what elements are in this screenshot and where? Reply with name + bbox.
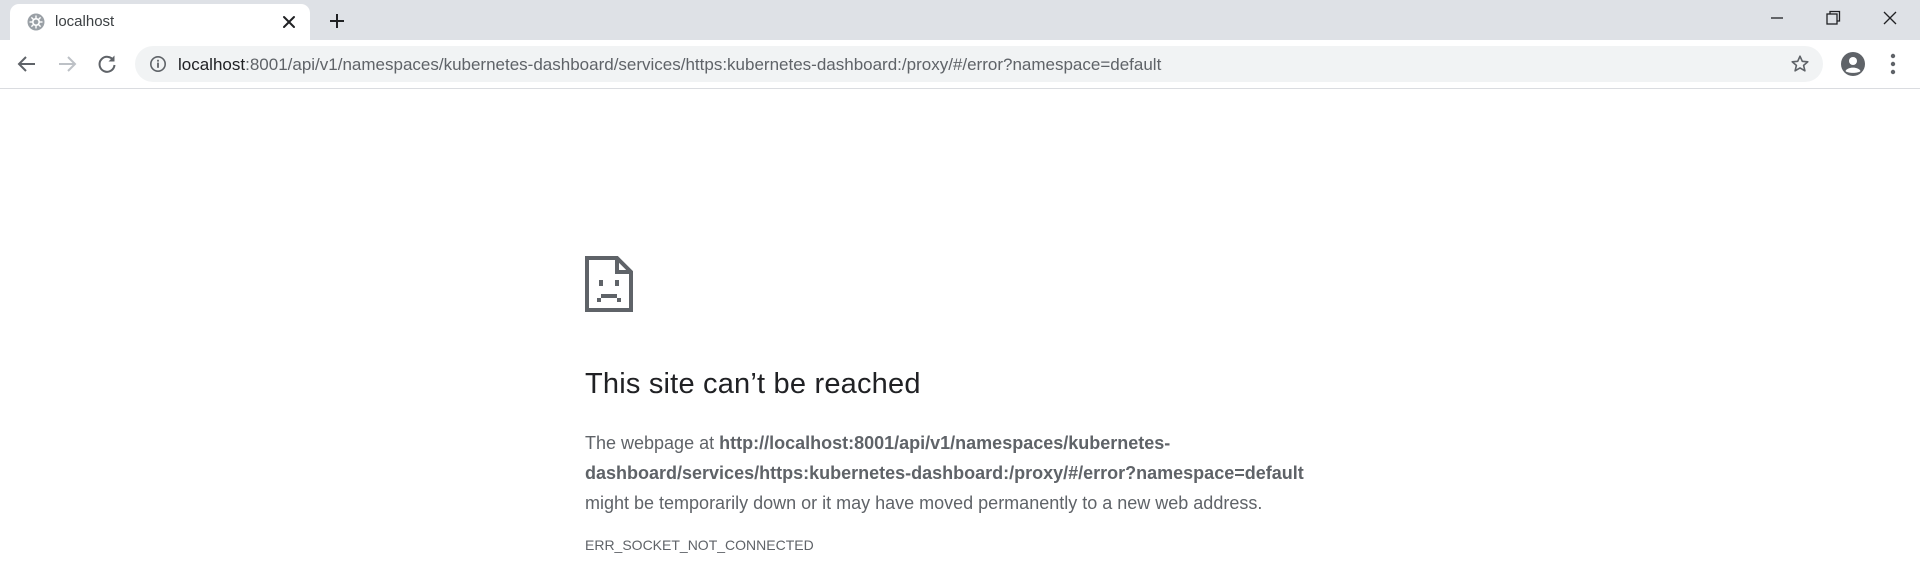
reload-icon[interactable]: [95, 52, 119, 76]
info-icon[interactable]: [149, 55, 167, 73]
new-tab-icon[interactable]: [327, 11, 347, 31]
bookmark-star-icon[interactable]: [1790, 54, 1810, 74]
window-close-icon[interactable]: [1878, 6, 1902, 30]
sad-page-icon: [585, 256, 633, 312]
tab-strip: localhost: [0, 0, 1920, 40]
error-desc-prefix: The webpage at: [585, 433, 720, 453]
error-code: ERR_SOCKET_NOT_CONNECTED: [585, 537, 814, 553]
address-bar[interactable]: localhost:8001/api/v1/namespaces/kuberne…: [135, 46, 1823, 82]
close-icon[interactable]: [280, 13, 298, 31]
browser-tab[interactable]: localhost: [10, 4, 310, 40]
address-bar-url[interactable]: localhost:8001/api/v1/namespaces/kuberne…: [178, 55, 1161, 75]
minimize-icon[interactable]: [1765, 6, 1789, 30]
error-url-line1: http://localhost:8001/api/v1/namespaces/…: [719, 433, 1171, 453]
error-description: The webpage at http://localhost:8001/api…: [585, 428, 1345, 518]
restore-icon[interactable]: [1821, 6, 1845, 30]
more-menu-icon[interactable]: [1886, 51, 1900, 77]
kubernetes-helm-icon: [27, 13, 45, 31]
url-host: localhost: [178, 55, 246, 74]
error-title: This site can’t be reached: [585, 368, 921, 400]
back-arrow-icon[interactable]: [15, 52, 39, 76]
error-url-line2: dashboard/services/https:kubernetes-dash…: [585, 463, 1304, 483]
tab-title: localhost: [55, 13, 115, 30]
url-path: :8001/api/v1/namespaces/kubernetes-dashb…: [245, 55, 1162, 74]
browser-toolbar: localhost:8001/api/v1/namespaces/kuberne…: [0, 40, 1920, 89]
profile-avatar-icon[interactable]: [1840, 51, 1866, 77]
forward-arrow-icon[interactable]: [55, 52, 79, 76]
error-desc-suffix: might be temporarily down or it may have…: [585, 493, 1263, 513]
